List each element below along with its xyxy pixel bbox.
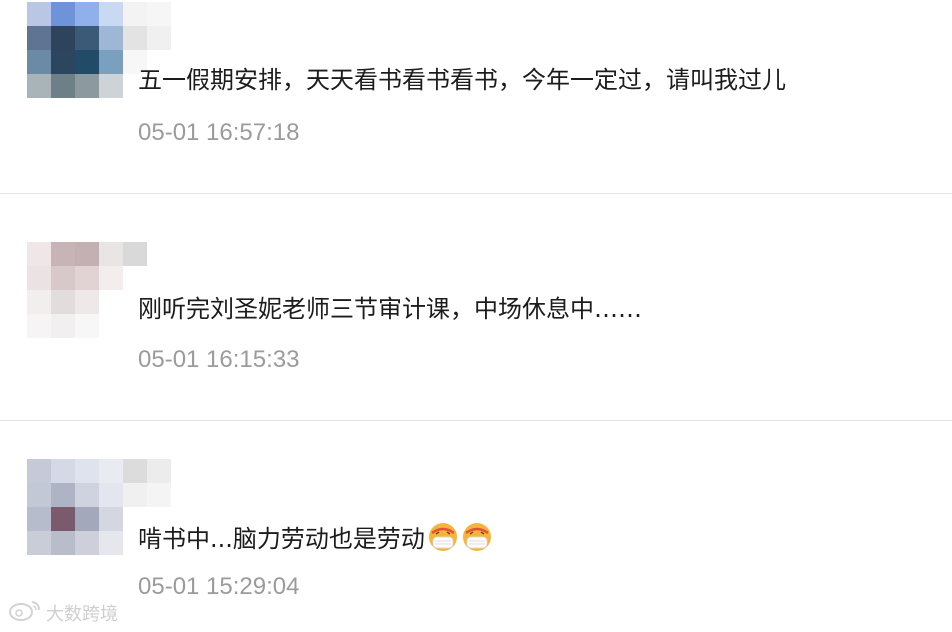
avatar-mosaic-cell — [27, 242, 51, 266]
avatar-mosaic-cell — [99, 459, 123, 483]
avatar-mosaic-cell — [27, 266, 51, 290]
avatar-mosaic-cell — [75, 74, 99, 98]
watermark-text: 大数跨境 — [46, 603, 118, 625]
avatar-mosaic-cell — [147, 483, 171, 507]
comment-item: 刚听完刘圣妮老师三节审计课，中场休息中…… 05-01 16:15:33 — [0, 194, 952, 421]
avatar-mosaic-cell — [147, 242, 171, 266]
comment-text: 啃书中...脑力劳动也是劳动 — [138, 521, 493, 556]
avatar-mosaic-cell — [99, 266, 123, 290]
avatar-mosaic-cell — [99, 483, 123, 507]
avatar-mosaic-cell — [27, 531, 51, 555]
avatar-mosaic-cell — [123, 266, 147, 290]
mask-face-emoji-icon — [461, 521, 493, 553]
avatar-mosaic-cell — [75, 290, 99, 314]
comment-timestamp: 05-01 15:29:04 — [138, 573, 300, 600]
avatar-mosaic-cell — [75, 507, 99, 531]
comment-text: 刚听完刘圣妮老师三节审计课，中场休息中…… — [138, 295, 642, 323]
comment-timestamp: 05-01 16:57:18 — [138, 119, 300, 146]
avatar-mosaic-cell — [51, 507, 75, 531]
avatar-mosaic-cell — [99, 2, 123, 26]
avatar-mosaic-cell — [27, 459, 51, 483]
avatar-mosaic-cell — [75, 266, 99, 290]
avatar-mosaic-cell — [75, 459, 99, 483]
avatar-mosaic-cell — [123, 242, 147, 266]
avatar-mosaic-cell — [147, 2, 171, 26]
avatar-mosaic-cell — [123, 459, 147, 483]
comment-item: 五一假期安排，天天看书看书看书，今年一定过，请叫我过儿 05-01 16:57:… — [0, 0, 952, 194]
avatar-mosaic-cell — [123, 26, 147, 50]
avatar-mosaic-cell — [147, 266, 171, 290]
watermark: 大数跨境 — [8, 598, 118, 627]
avatar-mosaic-cell — [27, 507, 51, 531]
avatar-mosaic-cell — [99, 507, 123, 531]
avatar-mosaic-cell — [27, 290, 51, 314]
avatar-mosaic-cell — [75, 531, 99, 555]
comment-text: 五一假期安排，天天看书看书看书，今年一定过，请叫我过儿 — [138, 66, 786, 94]
comment-item: 啃书中...脑力劳动也是劳动 05-01 15:29:04 — [0, 421, 952, 632]
avatar-mosaic-cell — [75, 50, 99, 74]
avatar-mosaic-cell — [51, 50, 75, 74]
avatar-mosaic-cell — [51, 314, 75, 338]
avatar-mosaic-cell — [75, 483, 99, 507]
avatar-mosaic-cell — [99, 290, 123, 314]
avatar-mosaic-cell — [51, 290, 75, 314]
avatar-mosaic-cell — [99, 74, 123, 98]
avatar-mosaic-cell — [99, 242, 123, 266]
avatar-mosaic-cell — [75, 2, 99, 26]
avatar-mosaic-cell — [51, 74, 75, 98]
avatar-mosaic-cell — [99, 531, 123, 555]
avatar-mosaic-cell — [75, 242, 99, 266]
avatar-mosaic-cell — [123, 483, 147, 507]
avatar-mosaic-cell — [99, 26, 123, 50]
avatar-mosaic-cell — [51, 483, 75, 507]
avatar-mosaic-cell — [27, 2, 51, 26]
avatar-mosaic-cell — [147, 459, 171, 483]
avatar-mosaic-cell — [75, 314, 99, 338]
avatar-mosaic-cell — [51, 266, 75, 290]
avatar-mosaic-cell — [27, 483, 51, 507]
avatar-mosaic-cell — [51, 459, 75, 483]
avatar-mosaic-cell — [51, 26, 75, 50]
weibo-logo-icon — [8, 598, 44, 627]
comment-text-body: 啃书中...脑力劳动也是劳动 — [138, 525, 425, 553]
comment-timestamp: 05-01 16:15:33 — [138, 346, 300, 373]
avatar-mosaic-cell — [75, 26, 99, 50]
avatar-mosaic-cell — [27, 74, 51, 98]
avatar-mosaic-cell — [123, 2, 147, 26]
avatar-mosaic-cell — [51, 2, 75, 26]
avatar-mosaic-cell — [27, 50, 51, 74]
avatar-mosaic-cell — [99, 50, 123, 74]
avatar-mosaic-cell — [27, 26, 51, 50]
avatar-mosaic-cell — [147, 26, 171, 50]
avatar-mosaic-cell — [51, 531, 75, 555]
avatar-mosaic-cell — [51, 242, 75, 266]
mask-face-emoji-icon — [427, 521, 459, 553]
avatar-mosaic-cell — [27, 314, 51, 338]
avatar-mosaic-cell — [99, 314, 123, 338]
